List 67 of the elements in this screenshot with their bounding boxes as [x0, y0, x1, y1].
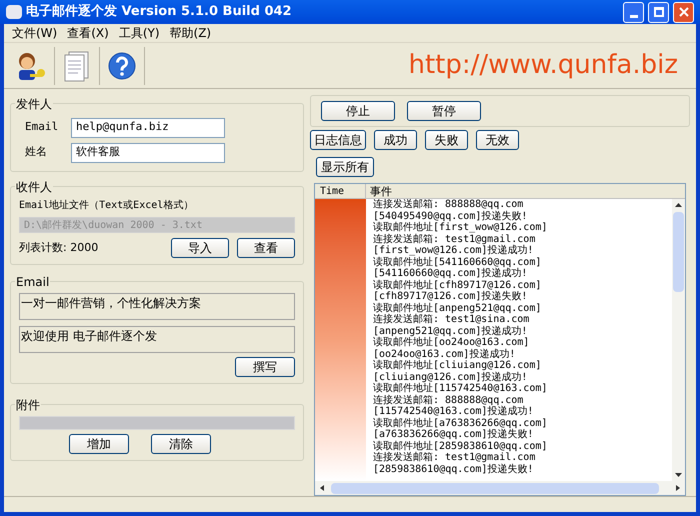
close-icon [678, 7, 688, 17]
log-entry: [cfh89717@126.com]投递失败! [373, 291, 528, 302]
log-entry: 读取邮件地址[first_wow@126.com] [373, 222, 548, 234]
push-button[interactable]: 成功 [374, 130, 417, 150]
document-icon[interactable] [63, 50, 91, 82]
minimize-button[interactable] [623, 2, 644, 22]
log-entry: 读取邮件地址[115742540@163.com] [373, 383, 548, 394]
group-title: 收件人 [16, 180, 52, 194]
log-entry: 连接发送邮箱: 888888@qq.com [373, 394, 524, 406]
log-entry: [a763836266@qq.com]投递失败! [373, 429, 534, 440]
menu-item[interactable]: 工具(Y) [118, 24, 160, 42]
log-entry: 读取邮件地址[2859838610@qq.com] [373, 440, 548, 452]
group-title: 发件人 [16, 97, 52, 111]
push-button[interactable]: 清除 [151, 434, 211, 454]
subject-field[interactable]: 一对一邮件营销，个性化解决方案 [19, 293, 295, 320]
log-entry: 读取邮件地址[541160660@qq.com] [373, 256, 542, 268]
close-button[interactable] [673, 2, 694, 22]
log-entry: [first_wow@126.com]投递成功! [373, 245, 534, 256]
body-field[interactable]: 欢迎使用 电子邮件逐个发 [19, 326, 295, 353]
field-label: Email [24, 119, 60, 136]
text-field[interactable]: help@qunfa.biz [71, 118, 225, 138]
push-button[interactable]: 失败 [425, 130, 468, 150]
log-entry: [540495490@qq.com]投递失败! [373, 210, 528, 222]
menu-item[interactable]: 查看(X) [67, 24, 109, 42]
vertical-scrollbar[interactable] [672, 199, 685, 481]
app-icon [6, 5, 22, 19]
log-entry: 连接发送邮箱: 888888@qq.com [373, 199, 524, 210]
website-url-text: http://www.qunfa.biz [408, 49, 678, 82]
log-entry: [2859838610@qq.com]投递失败! [373, 464, 534, 475]
help-icon[interactable] [108, 52, 136, 80]
log-entry: 连接发送邮箱: test1@gmail.com [373, 452, 536, 464]
log-entry: 连接发送邮箱: test1@gmail.com [373, 234, 536, 244]
menu-item[interactable]: 文件(W) [12, 24, 58, 42]
push-button[interactable]: 撰写 [235, 357, 295, 377]
log-entry: 读取邮件地址[cliuiang@126.com] [373, 360, 542, 372]
log-entry: 读取邮件地址[a763836266@qq.com] [373, 418, 548, 428]
file-label: Email地址文件（Text或Excel格式） [19, 198, 194, 213]
push-button[interactable]: 显示所有 [316, 157, 374, 177]
push-button[interactable]: 停止 [321, 101, 395, 121]
column-header[interactable]: 事件 [366, 184, 672, 198]
push-button[interactable]: 暂停 [407, 101, 481, 121]
maximize-button[interactable] [648, 2, 669, 22]
text-field[interactable]: 软件客服 [71, 142, 225, 162]
log-entry: [115742540@163.com]投递成功! [373, 406, 534, 418]
scroll-thumb[interactable] [331, 482, 659, 494]
push-button[interactable]: 导入 [171, 238, 229, 258]
column-header[interactable]: Time [315, 184, 366, 198]
menu-item[interactable]: 帮助(Z) [170, 24, 212, 42]
group-title: Email [16, 275, 50, 289]
log-entry: 连接发送邮箱: test1@sina.com [373, 314, 530, 326]
log-entry: 读取邮件地址[anpeng521@qq.com] [373, 302, 542, 314]
group-title: 附件 [16, 398, 40, 412]
list-count: 列表计数: 2000 [19, 240, 100, 256]
horizontal-scrollbar[interactable] [315, 481, 685, 495]
push-button[interactable]: 无效 [476, 130, 519, 150]
log-entry: [anpeng521@qq.com]投递成功! [373, 326, 528, 336]
field-label: 姓名 [24, 144, 48, 160]
window-title: 电子邮件逐个发 Version 5.1.0 Build 042 [26, 3, 293, 22]
scroll-thumb[interactable] [673, 212, 684, 292]
log-entry: 读取邮件地址[cfh89717@126.com] [373, 280, 542, 290]
push-button[interactable]: 查看 [237, 238, 295, 258]
log-entry: 读取邮件地址[oo24oo@163.com] [373, 337, 530, 348]
push-button[interactable]: 增加 [69, 434, 129, 454]
log-entry: [oo24oo@163.com]投递成功! [373, 348, 516, 360]
log-entry: [541160660@qq.com]投递成功! [373, 268, 528, 280]
push-button[interactable]: 日志信息 [310, 130, 366, 150]
log-entry: [cliuiang@126.com]投递成功! [373, 372, 528, 382]
